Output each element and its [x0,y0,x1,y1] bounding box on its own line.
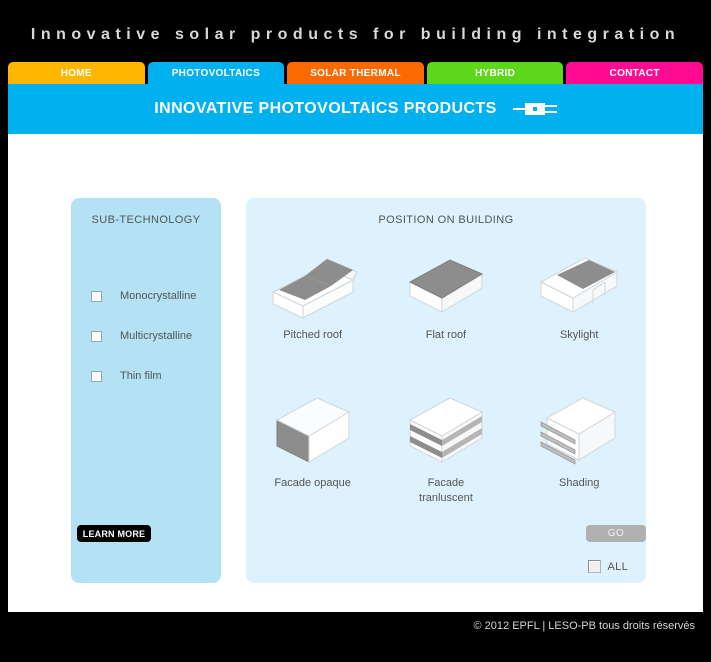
nav-tab-home-label: HOME [60,67,92,79]
position-label-facade-opaque: Facade opaque [274,477,351,489]
page-root: Innovative solar products for building i… [0,0,711,662]
page-banner: INNOVATIVE PHOTOVOLTAICS PRODUCTS [8,84,703,134]
position-label-skylight: Skylight [559,329,599,341]
position-option-facade-tranluscent[interactable]: Facade tranluscent [379,386,512,534]
site-tagline: Innovative solar products for building i… [30,26,681,43]
checkbox-all[interactable] [587,560,601,573]
checkbox-thin-film[interactable] [91,370,102,382]
content-area: INNOVATIVE PHOTOVOLTAICS PRODUCTS SUB-TE… [8,84,703,612]
checkbox-row-monocrystalline[interactable]: Monocrystalline [91,276,221,316]
flat-roof-icon [391,238,501,326]
facade-opaque-icon [258,386,368,474]
checkbox-label-multicrystalline: Multicrystalline [120,330,193,342]
nav-tab-contact[interactable]: CONTACT [566,62,703,84]
position-option-skylight[interactable]: Skylight [513,238,646,386]
checkbox-multicrystalline[interactable] [91,330,102,342]
footer-copyright: © 2012 EPFL | LESO-PB tous droits réserv… [473,620,695,632]
checkbox-row-all[interactable]: ALL [587,560,628,573]
nav-tab-home[interactable]: HOME [8,62,145,84]
go-button[interactable]: GO [586,525,646,542]
nav-tab-solar-thermal-label: SOLAR THERMAL [310,67,401,79]
position-label-pitched-roof: Pitched roof [283,329,342,341]
facade-tranluscent-icon [391,386,501,474]
learn-more-button[interactable]: LEARN MORE [77,525,151,542]
position-option-facade-opaque[interactable]: Facade opaque [246,386,379,534]
sub-technology-heading: SUB-TECHNOLOGY [91,214,201,226]
position-label-flat-roof: Flat roof [425,329,467,341]
position-label-shading: Shading [559,477,600,489]
position-on-building-panel: POSITION ON BUILDING Pitched roof Flat r… [246,198,646,583]
position-on-building-heading: POSITION ON BUILDING [378,214,514,226]
main-navigation: HOME PHOTOVOLTAICS SOLAR THERMAL HYBRID … [8,62,703,84]
position-label-facade-tranluscent: Facade tranluscent [419,477,473,504]
nav-tab-solar-thermal[interactable]: SOLAR THERMAL [287,62,424,84]
position-option-flat-roof[interactable]: Flat roof [379,238,512,386]
nav-tab-contact-label: CONTACT [609,67,660,79]
shading-icon [524,386,634,474]
checkbox-row-multicrystalline[interactable]: Multicrystalline [91,316,221,356]
sub-technology-options: Monocrystalline Multicrystalline Thin fi… [91,276,221,396]
checkbox-label-monocrystalline: Monocrystalline [120,290,197,302]
page-title: INNOVATIVE PHOTOVOLTAICS PRODUCTS [154,100,497,117]
checkbox-monocrystalline[interactable] [91,290,102,302]
checkbox-row-thin-film[interactable]: Thin film [91,356,221,396]
nav-tab-hybrid[interactable]: HYBRID [426,62,564,84]
skylight-icon [524,238,634,326]
position-icon-grid: Pitched roof Flat roof Skylight Facade o… [246,238,646,534]
position-option-shading[interactable]: Shading [513,386,646,534]
nav-tab-hybrid-label: HYBRID [475,67,516,79]
pitched-roof-icon [258,238,368,326]
checkbox-label-thin-film: Thin film [120,370,162,382]
checkbox-label-all: ALL [607,560,628,573]
position-option-pitched-roof[interactable]: Pitched roof [246,238,379,386]
nav-tab-photovoltaics-label: PHOTOVOLTAICS [171,67,261,79]
nav-tab-photovoltaics[interactable]: PHOTOVOLTAICS [147,62,285,84]
plug-connector-icon [512,102,557,116]
